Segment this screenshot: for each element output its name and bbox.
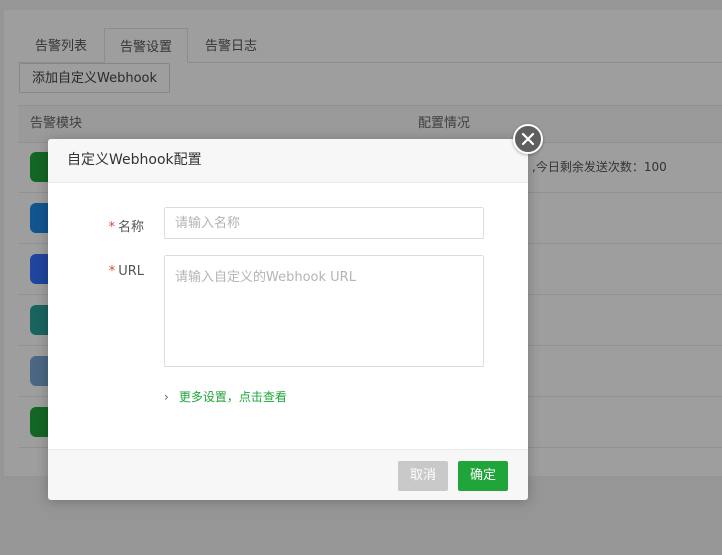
- name-label: * 名称: [84, 216, 144, 235]
- required-mark: *: [108, 220, 115, 235]
- cancel-button[interactable]: 取消: [398, 461, 448, 491]
- dialog-header: 自定义Webhook配置: [48, 139, 528, 183]
- dialog-footer: 取消 确定: [48, 449, 528, 500]
- required-mark: *: [108, 264, 116, 279]
- url-label: * URL: [84, 264, 144, 279]
- confirm-button[interactable]: 确定: [458, 461, 508, 491]
- dialog-title: 自定义Webhook配置: [67, 152, 202, 168]
- url-label-text: URL: [118, 264, 144, 279]
- close-button[interactable]: [513, 124, 543, 154]
- chevron-right-icon: ›: [164, 390, 169, 404]
- more-settings-label: 更多设置，点击查看: [178, 390, 287, 404]
- name-input[interactable]: [164, 207, 484, 239]
- more-settings-link[interactable]: › 更多设置，点击查看: [164, 388, 287, 405]
- url-textarea[interactable]: [164, 255, 484, 367]
- close-icon: [521, 132, 535, 146]
- name-label-text: 名称: [117, 220, 144, 235]
- webhook-config-dialog: 自定义Webhook配置 *名称 *URL ›更多设置，点击查看 取消 确定: [48, 124, 543, 500]
